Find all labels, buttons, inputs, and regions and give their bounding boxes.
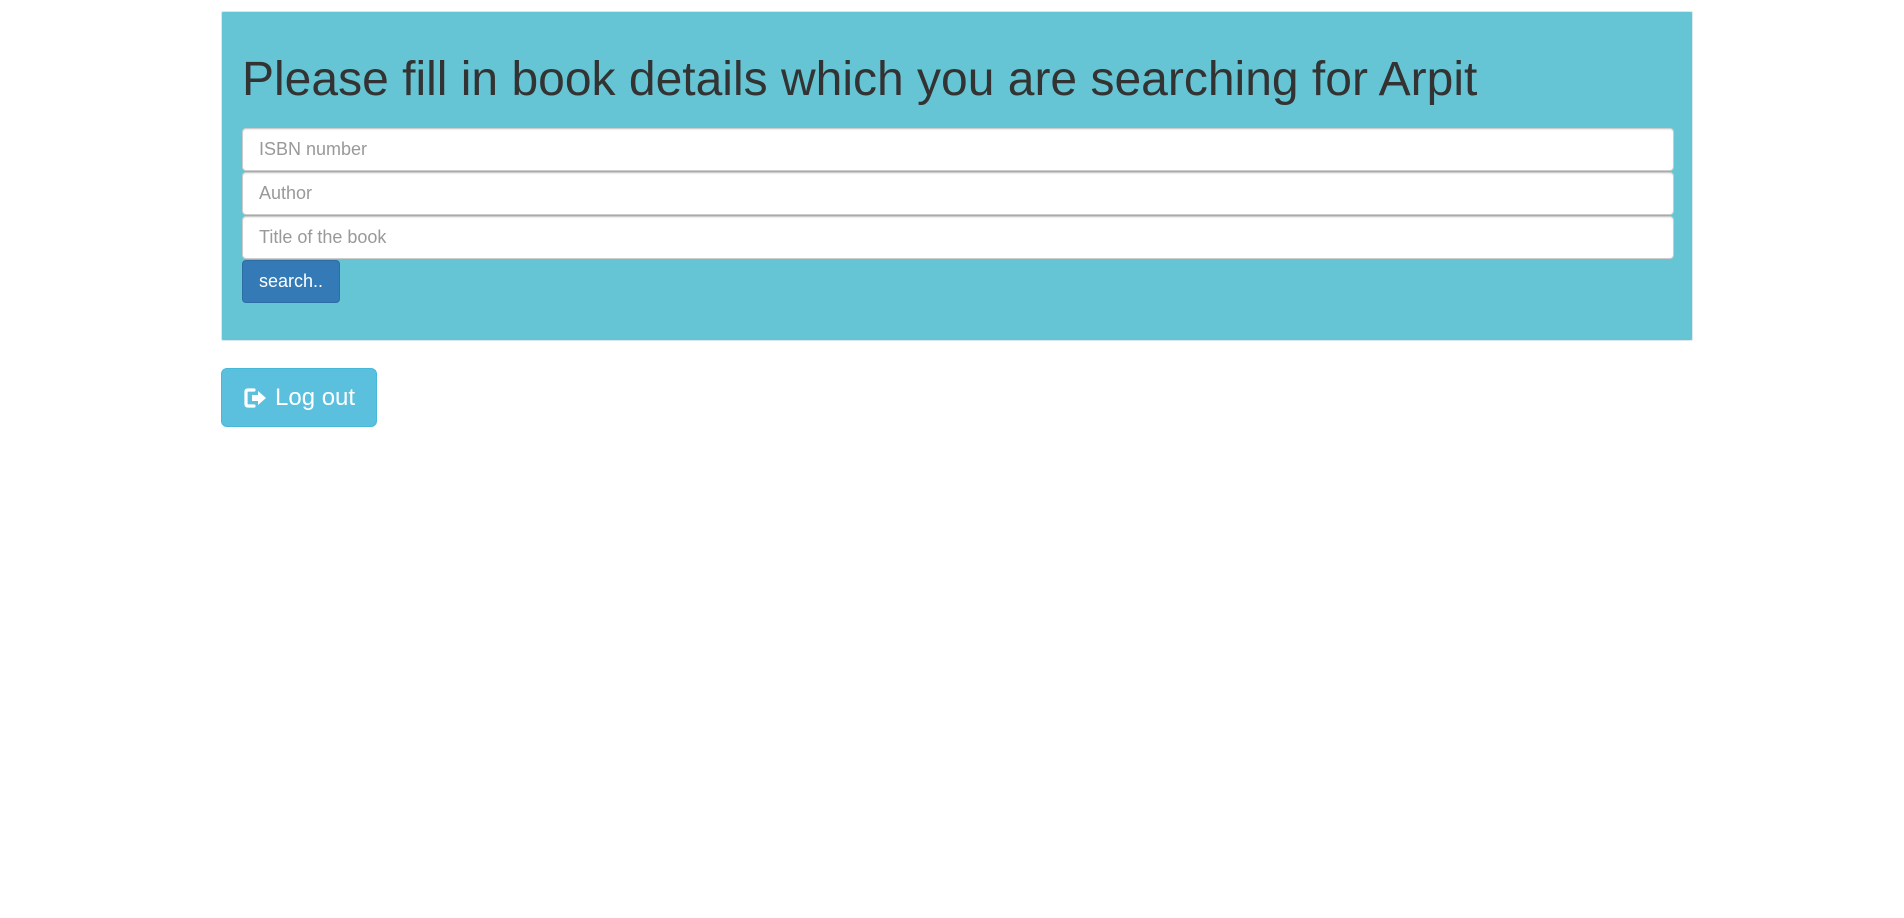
author-input[interactable] (242, 172, 1674, 215)
search-panel: Please fill in book details which you ar… (221, 11, 1693, 341)
log-out-icon (243, 387, 269, 409)
logout-label: Log out (275, 383, 356, 411)
search-button[interactable]: search.. (242, 260, 341, 303)
page-container: Please fill in book details which you ar… (221, 11, 1693, 427)
logout-button[interactable]: Log out (221, 368, 378, 427)
page-title: Please fill in book details which you ar… (242, 53, 1478, 106)
book-search-form: search.. (242, 128, 1674, 303)
book-title-input[interactable] (242, 216, 1674, 259)
isbn-input[interactable] (242, 128, 1674, 171)
